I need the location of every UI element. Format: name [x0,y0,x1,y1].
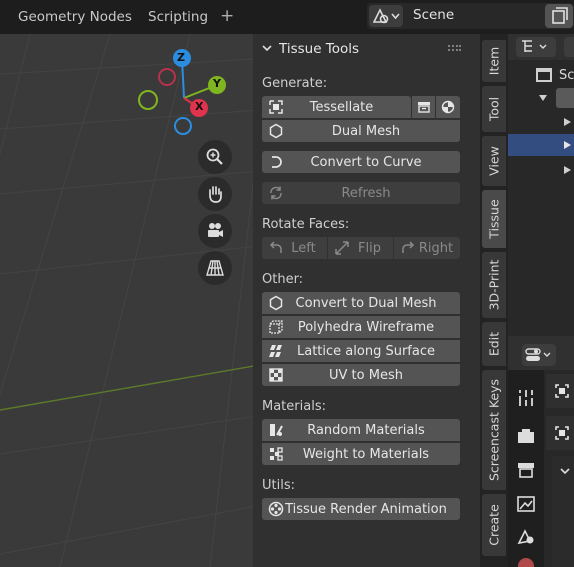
rotate-left-button[interactable]: Left [262,237,327,259]
other-label: Other: [262,272,304,287]
chevron-down-icon[interactable] [559,466,571,476]
gizmo-z-label: Z [177,51,185,64]
view-layer-icon[interactable] [516,494,536,514]
collection-icon [556,88,574,108]
outliner-display-mode-icon[interactable] [516,37,556,57]
editor-type-icon[interactable] [522,344,556,366]
random-materials-button[interactable]: Random Materials [262,419,460,441]
tool-settings-icon[interactable] [516,388,536,408]
properties-tabs [508,370,544,567]
uv-to-mesh-button[interactable]: UV to Mesh [262,364,460,386]
scene-icon[interactable] [516,526,536,546]
outliner-filter-field[interactable] [564,37,574,57]
weight-material-icon [270,447,283,461]
curve-icon [272,156,282,168]
utils-label: Utils: [262,478,295,493]
weight-to-materials-button[interactable]: Weight to Materials [262,443,460,465]
zoom-icon[interactable] [198,140,232,174]
convert-to-dual-mesh-button[interactable]: Convert to Dual Mesh [262,292,460,314]
new-scene-icon[interactable] [545,4,573,28]
tessellate-button[interactable]: Tessellate [262,96,411,118]
gizmo-y-label: Y [213,77,221,90]
polyhedra-wireframe-button[interactable]: Polyhedra Wireframe [262,316,460,338]
tessellate-settings-button[interactable] [412,96,435,118]
camera-view-icon[interactable] [198,214,232,248]
tissue-render-animation-button[interactable]: Tissue Render Animation [262,498,460,520]
material-sphere-icon [441,100,455,114]
archive-icon [417,102,430,113]
rotate-faces-label: Rotate Faces: [262,217,350,232]
wireframe-cube-icon [269,320,283,334]
lattice-along-surface-button[interactable]: Lattice along Surface [262,340,460,362]
select-box-icon[interactable] [554,383,570,399]
panel-header[interactable]: Tissue Tools [253,34,480,62]
generate-label: Generate: [262,76,328,91]
properties-header [508,340,574,370]
pan-hand-icon[interactable] [198,177,232,211]
flip-button[interactable]: Flip [328,237,393,259]
random-material-icon [270,424,283,436]
add-workspace-button[interactable]: + [220,6,234,26]
tissue-tools-panel: Tissue Tools Generate: Tessellate Dual M… [253,34,480,567]
perspective-grid-icon[interactable] [198,251,232,285]
output-icon[interactable] [516,460,536,480]
refresh-icon [270,186,282,200]
film-reel-icon [268,501,284,517]
convert-to-curve-button[interactable]: Convert to Curve [262,151,460,173]
chevron-down-icon[interactable] [261,43,273,53]
tab-view[interactable]: View [482,136,506,186]
panel-title: Tissue Tools [279,41,360,57]
sidebar-tabs: Item Tool View Tissue 3D-Print Edit Scre… [480,34,508,567]
tab-tissue[interactable]: Tissue [482,190,506,248]
workspace-tab-scripting[interactable]: Scripting [148,9,208,25]
world-icon[interactable] [518,558,534,567]
drag-handle-icon[interactable] [447,44,461,52]
hexagon-icon [269,123,283,139]
top-bar: Geometry Nodes Scripting + Scene [0,0,574,34]
tab-create[interactable]: Create [482,494,506,556]
render-icon[interactable] [516,426,536,446]
expand-triangle-icon[interactable] [564,166,571,174]
rotate-left-icon [269,241,282,253]
navigation-gizmo[interactable] [130,44,240,154]
lattice-icon [269,345,282,357]
expand-triangle-icon[interactable] [564,118,571,126]
tessellate-material-button[interactable] [436,96,460,118]
refresh-button[interactable]: Refresh [262,182,460,204]
expand-triangle-icon[interactable] [539,94,547,102]
rotate-right-icon [402,241,415,253]
flip-icon [335,241,349,255]
tab-edit[interactable]: Edit [482,322,506,366]
select-box-icon[interactable] [554,425,570,441]
materials-label: Materials: [262,399,326,414]
scene-browse-icon[interactable] [369,5,403,27]
tab-screencast-keys[interactable]: Screencast Keys [482,370,506,490]
properties-panel-row [546,416,574,450]
tessellate-icon [269,100,283,114]
properties-panel-row [546,374,574,408]
scene-collection-icon [536,68,552,82]
properties-subpanel [552,456,574,567]
tab-tool[interactable]: Tool [482,86,506,132]
hexagon-icon [269,295,283,311]
selected-outliner-row[interactable] [508,134,574,156]
workspace-tab-geometry-nodes[interactable]: Geometry Nodes [18,9,132,25]
expand-triangle-icon[interactable] [564,141,571,149]
gizmo-x-label: X [195,100,204,113]
tab-3d-print[interactable]: 3D-Print [482,252,506,318]
dual-mesh-button[interactable]: Dual Mesh [262,120,460,142]
rotate-right-button[interactable]: Right [394,237,460,259]
outliner-header [508,34,574,60]
tab-item[interactable]: Item [482,40,506,82]
uv-grid-icon [269,368,283,382]
outliner-scene-label: Sc [559,68,574,83]
scene-name-field[interactable]: Scene [413,7,454,23]
